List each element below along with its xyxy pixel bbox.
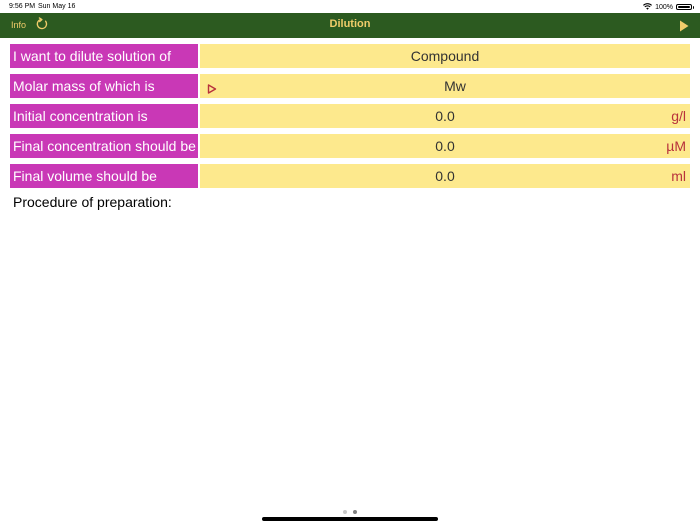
final-volume-label: Final volume should be bbox=[10, 164, 198, 188]
molar-mass-value: Mw bbox=[444, 78, 466, 94]
molar-mass-label: Molar mass of which is bbox=[10, 74, 198, 98]
final-concentration-value: 0.0 bbox=[435, 138, 455, 154]
home-indicator[interactable] bbox=[262, 517, 438, 521]
compound-row: I want to dilute solution of Compound bbox=[10, 44, 690, 68]
final-volume-unit[interactable]: ml bbox=[671, 164, 686, 188]
play-icon[interactable] bbox=[679, 19, 689, 32]
initial-concentration-field[interactable]: 0.0 g/l bbox=[200, 104, 690, 128]
page-dot-2[interactable] bbox=[353, 510, 357, 514]
final-concentration-field[interactable]: 0.0 µM bbox=[200, 134, 690, 158]
page-indicator[interactable] bbox=[343, 510, 357, 514]
battery-icon bbox=[676, 4, 694, 10]
battery-percent: 100% bbox=[655, 3, 673, 11]
navigation-bar: Info Dilution bbox=[0, 13, 700, 38]
final-concentration-unit[interactable]: µM bbox=[666, 134, 686, 158]
initial-concentration-label: Initial concentration is bbox=[10, 104, 198, 128]
compound-field[interactable]: Compound bbox=[200, 44, 690, 68]
final-concentration-row: Final concentration should be 0.0 µM bbox=[10, 134, 690, 158]
initial-concentration-unit[interactable]: g/l bbox=[671, 104, 686, 128]
status-right: 100% bbox=[643, 3, 694, 11]
page-title: Dilution bbox=[329, 18, 371, 30]
initial-concentration-row: Initial concentration is 0.0 g/l bbox=[10, 104, 690, 128]
final-volume-row: Final volume should be 0.0 ml bbox=[10, 164, 690, 188]
final-concentration-label: Final concentration should be bbox=[10, 134, 198, 158]
procedure-heading: Procedure of preparation: bbox=[13, 194, 172, 210]
molar-mass-row: Molar mass of which is Mw bbox=[10, 74, 690, 98]
compound-label: I want to dilute solution of bbox=[10, 44, 198, 68]
page-dot-1[interactable] bbox=[343, 510, 347, 514]
status-bar: 9:56 PM Sun May 16 100% bbox=[0, 0, 700, 13]
status-time: 9:56 PM bbox=[9, 3, 36, 10]
final-volume-value: 0.0 bbox=[435, 168, 455, 184]
status-date: Sun May 16 bbox=[38, 3, 76, 10]
final-volume-field[interactable]: 0.0 ml bbox=[200, 164, 690, 188]
compound-value: Compound bbox=[410, 48, 480, 64]
wifi-icon bbox=[643, 3, 653, 11]
disclosure-triangle-icon[interactable] bbox=[207, 81, 217, 94]
molar-mass-field[interactable]: Mw bbox=[200, 74, 690, 98]
initial-concentration-value: 0.0 bbox=[435, 108, 455, 124]
